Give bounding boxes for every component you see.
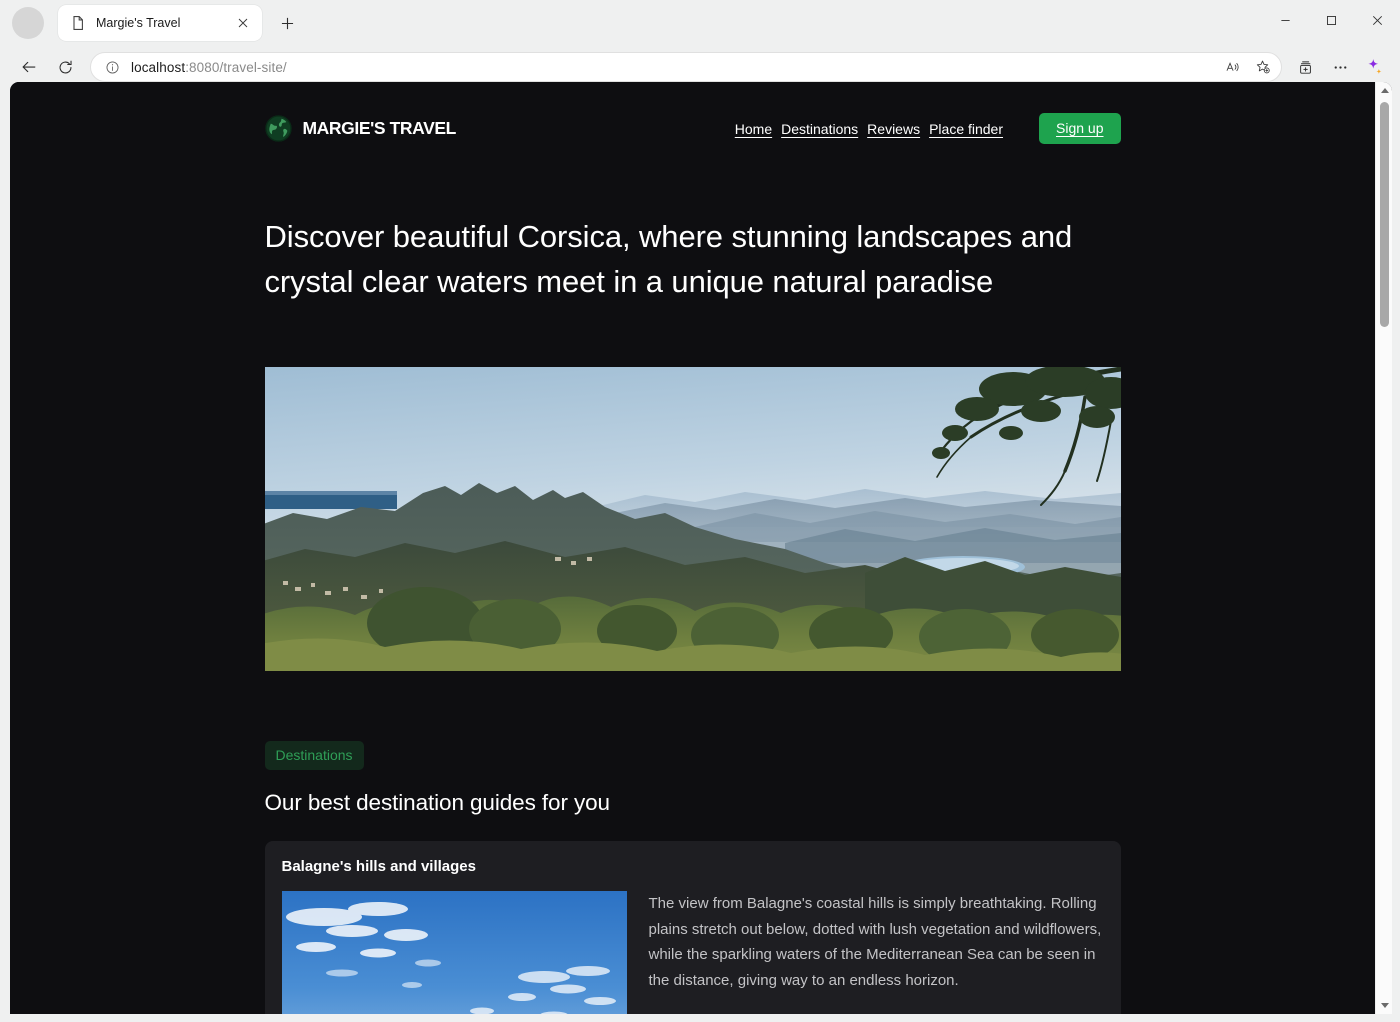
destination-card[interactable]: Balagne's hills and villages — [265, 841, 1121, 1014]
scrollbar-thumb[interactable] — [1380, 102, 1389, 327]
copilot-sparkle-icon[interactable] — [1358, 51, 1390, 83]
hero-image — [265, 367, 1121, 671]
info-circle-icon[interactable] — [99, 54, 125, 80]
url-path: :8080/travel-site/ — [185, 60, 287, 75]
travel-site: MARGIE'S TRAVEL Home Destinations Review… — [10, 82, 1375, 1014]
web-page: MARGIE'S TRAVEL Home Destinations Review… — [10, 82, 1375, 1014]
globe-icon — [265, 115, 292, 142]
close-icon[interactable] — [232, 12, 254, 34]
address-bar[interactable]: localhost:8080/travel-site/ — [90, 52, 1282, 82]
tab-strip: Margie's Travel — [0, 0, 1400, 46]
add-favorite-star-icon[interactable] — [1249, 54, 1277, 80]
read-aloud-icon[interactable] — [1219, 54, 1247, 80]
nav-item-destinations[interactable]: Destinations — [781, 121, 858, 137]
sign-up-button[interactable]: Sign up — [1039, 113, 1120, 144]
url-host: localhost — [131, 60, 185, 75]
browser-tab[interactable]: Margie's Travel — [58, 5, 262, 41]
address-bar-actions — [1219, 54, 1277, 80]
nav-item-home[interactable]: Home — [735, 121, 772, 137]
site-container: MARGIE'S TRAVEL Home Destinations Review… — [265, 82, 1121, 1014]
reload-icon[interactable] — [48, 50, 82, 84]
maximize-button[interactable] — [1308, 0, 1354, 40]
url-text: localhost:8080/travel-site/ — [125, 60, 1219, 75]
nav-item-reviews[interactable]: Reviews — [867, 121, 920, 137]
page-icon — [70, 15, 86, 31]
destination-card-body: The view from Balagne's coastal hills is… — [282, 891, 1104, 1014]
browser-window: Margie's Travel — [0, 0, 1400, 1022]
back-arrow-icon[interactable] — [12, 50, 46, 84]
site-header: MARGIE'S TRAVEL Home Destinations Review… — [265, 82, 1121, 144]
destination-card-title: Balagne's hills and villages — [282, 858, 1104, 875]
page-scrollbar[interactable] — [1375, 82, 1392, 1014]
nav-item-place-finder[interactable]: Place finder — [929, 121, 1003, 137]
scroll-down-arrow[interactable] — [1376, 997, 1392, 1014]
window-controls — [1262, 0, 1400, 40]
site-nav: Home Destinations Reviews Place finder S… — [735, 113, 1121, 144]
brand[interactable]: MARGIE'S TRAVEL — [265, 115, 456, 142]
minimize-button[interactable] — [1262, 0, 1308, 40]
page-title: Discover beautiful Corsica, where stunni… — [265, 215, 1085, 305]
profile-avatar[interactable] — [12, 7, 44, 39]
close-window-button[interactable] — [1354, 0, 1400, 40]
scroll-up-arrow[interactable] — [1376, 82, 1392, 99]
more-options-icon[interactable] — [1324, 51, 1356, 83]
collections-icon[interactable] — [1290, 51, 1322, 83]
section-badge: Destinations — [265, 741, 364, 770]
page-viewport: MARGIE'S TRAVEL Home Destinations Review… — [10, 82, 1392, 1014]
brand-name: MARGIE'S TRAVEL — [303, 118, 456, 139]
tab-title: Margie's Travel — [96, 16, 232, 30]
destination-card-image — [282, 891, 627, 1014]
new-tab-button[interactable] — [272, 8, 302, 38]
destination-card-text: The view from Balagne's coastal hills is… — [649, 891, 1104, 1014]
section-heading: Our best destination guides for you — [265, 790, 1121, 816]
